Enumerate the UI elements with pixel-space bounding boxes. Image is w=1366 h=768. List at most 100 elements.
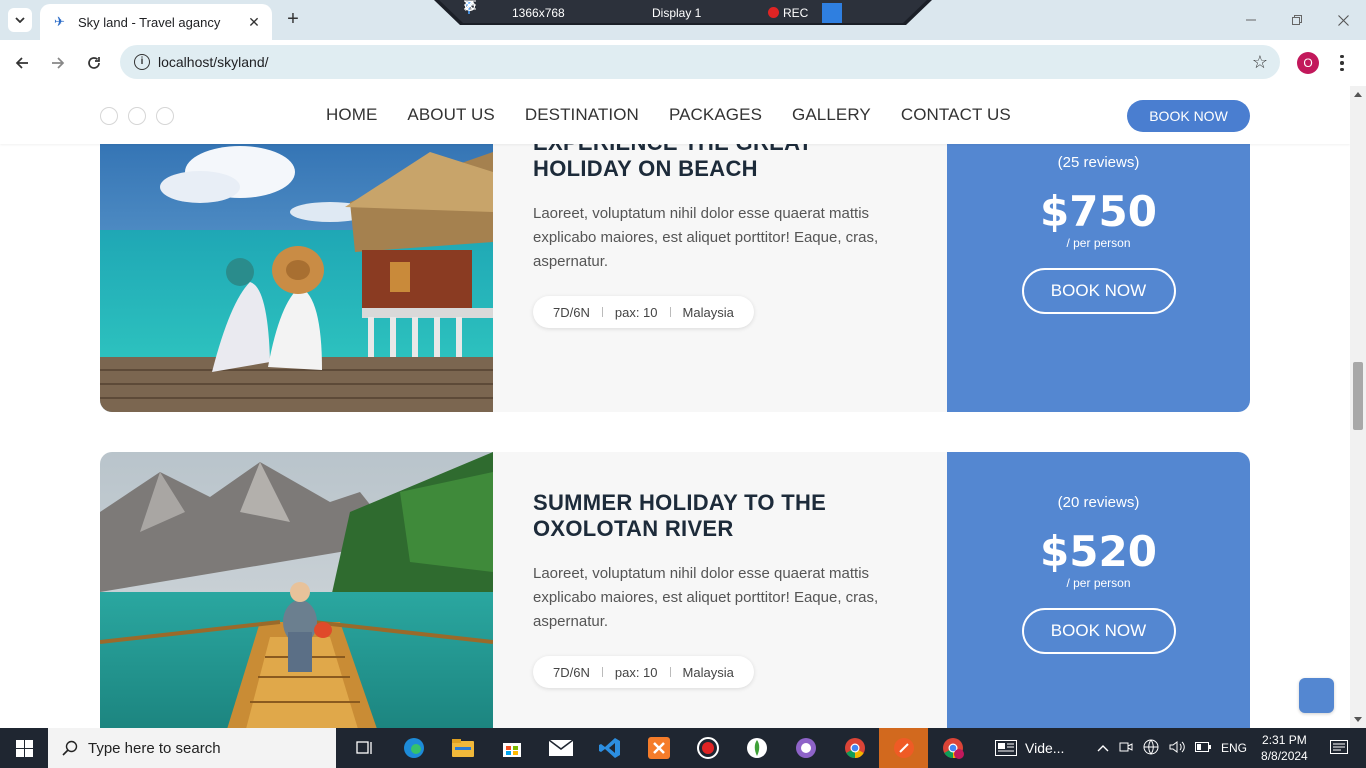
package-pax: pax: 10 bbox=[614, 304, 658, 320]
package-location: Malaysia bbox=[682, 664, 734, 680]
reload-button[interactable] bbox=[82, 51, 106, 75]
nav-about-us[interactable]: ABOUT US bbox=[407, 105, 494, 125]
package-price: $750 bbox=[1040, 187, 1157, 236]
package-info: EXPERIENCE THE GREAT HOLIDAY ON BEACH La… bbox=[533, 130, 913, 328]
vscode-icon[interactable] bbox=[585, 728, 634, 768]
screen-icon[interactable] bbox=[464, 0, 842, 23]
forward-button[interactable] bbox=[46, 51, 70, 75]
package-title: SUMMER HOLIDAY TO THE OXOLOTAN RIVER bbox=[533, 490, 827, 541]
package-card: SUMMER HOLIDAY TO THE OXOLOTAN RIVER Lao… bbox=[100, 452, 1250, 728]
price-unit: / per person bbox=[1066, 576, 1131, 590]
display-label: Display 1 bbox=[652, 5, 702, 20]
video-app[interactable]: Vide... bbox=[995, 740, 1085, 756]
reload-icon bbox=[88, 57, 100, 69]
scrollbar-thumb[interactable] bbox=[1353, 362, 1363, 430]
social-icon-1[interactable] bbox=[100, 107, 118, 125]
package-meta: 7D/6N pax: 10 Malaysia bbox=[533, 296, 754, 328]
river-holiday-image bbox=[100, 452, 493, 728]
tab-search-button[interactable] bbox=[8, 8, 32, 32]
minimize-button[interactable] bbox=[1228, 0, 1274, 40]
package-pax: pax: 10 bbox=[614, 664, 658, 680]
url-text[interactable]: localhost/skyland/ bbox=[158, 54, 1280, 70]
scroll-to-top-button[interactable] bbox=[1299, 678, 1334, 713]
nav-destination[interactable]: DESTINATION bbox=[525, 105, 639, 125]
edge-icon[interactable] bbox=[389, 728, 438, 768]
package-reviews: (25 reviews) bbox=[1057, 154, 1140, 171]
news-icon bbox=[995, 740, 1017, 756]
beach-holiday-image bbox=[100, 112, 493, 412]
resolution-label: 1366x768 bbox=[512, 5, 565, 20]
mail-icon[interactable] bbox=[536, 728, 585, 768]
package-book-now-button[interactable]: BOOK NOW bbox=[1021, 608, 1176, 654]
recorder-app-icon[interactable] bbox=[683, 728, 732, 768]
package-price: $520 bbox=[1040, 527, 1157, 576]
clock-date: 8/8/2024 bbox=[1261, 749, 1308, 763]
package-price-panel: (20 reviews) $520 / per person BOOK NOW bbox=[947, 452, 1250, 728]
chevron-down-icon bbox=[15, 17, 25, 23]
package-description: Laoreet, voluptatum nihil dolor esse qua… bbox=[533, 565, 879, 630]
file-explorer-icon[interactable] bbox=[438, 728, 487, 768]
battery-icon[interactable] bbox=[1195, 741, 1211, 755]
package-card: EXPERIENCE THE GREAT HOLIDAY ON BEACH La… bbox=[100, 112, 1250, 412]
browser-tab[interactable]: ✈ Sky land - Travel agancy ✕ bbox=[40, 4, 272, 40]
language-indicator[interactable]: ENG bbox=[1221, 741, 1247, 755]
system-tray: ENG bbox=[1097, 739, 1247, 758]
page-scrollbar[interactable] bbox=[1350, 86, 1366, 728]
forward-arrow-icon bbox=[52, 57, 65, 69]
back-button[interactable] bbox=[10, 51, 34, 75]
chrome-profile-icon[interactable] bbox=[928, 728, 977, 768]
close-icon[interactable]: ✕ bbox=[246, 14, 262, 31]
profile-avatar[interactable]: O bbox=[1297, 52, 1319, 74]
close-window-button[interactable] bbox=[1320, 0, 1366, 40]
search-icon bbox=[62, 740, 78, 756]
package-location: Malaysia bbox=[682, 304, 734, 320]
restore-button[interactable] bbox=[1274, 0, 1320, 40]
notification-icon[interactable] bbox=[1329, 740, 1350, 756]
rec-indicator[interactable]: REC bbox=[768, 6, 822, 20]
nav-home[interactable]: HOME bbox=[326, 105, 377, 125]
nav-gallery[interactable]: GALLERY bbox=[792, 105, 871, 125]
new-tab-button[interactable]: + bbox=[283, 8, 303, 32]
package-duration: 7D/6N bbox=[553, 304, 590, 320]
address-bar[interactable]: i localhost/skyland/ ☆ bbox=[120, 45, 1280, 79]
social-icon-3[interactable] bbox=[156, 107, 174, 125]
scroll-down-arrow-icon[interactable] bbox=[1354, 717, 1362, 722]
package-book-now-button[interactable]: BOOK NOW bbox=[1021, 268, 1176, 314]
xampp-icon[interactable] bbox=[634, 728, 683, 768]
header-book-now-button[interactable]: BOOK NOW bbox=[1127, 100, 1250, 132]
package-info: SUMMER HOLIDAY TO THE OXOLOTAN RIVER Lao… bbox=[533, 490, 913, 688]
social-icon-2[interactable] bbox=[128, 107, 146, 125]
browser-toolbar: i localhost/skyland/ ☆ O bbox=[0, 40, 1366, 86]
rec-label: REC bbox=[783, 5, 809, 20]
search-placeholder: Type here to search bbox=[88, 739, 221, 757]
site-header: HOME ABOUT US DESTINATION PACKAGES GALLE… bbox=[0, 86, 1350, 144]
package-meta: 7D/6N pax: 10 Malaysia bbox=[533, 656, 754, 688]
video-label: Vide... bbox=[1025, 740, 1065, 756]
chrome-icon[interactable] bbox=[830, 728, 879, 768]
windows-logo-icon bbox=[15, 739, 33, 757]
package-price-panel: (25 reviews) $750 / per person BOOK NOW bbox=[947, 112, 1250, 412]
store-icon[interactable] bbox=[487, 728, 536, 768]
network-icon[interactable] bbox=[1143, 739, 1159, 758]
browser-menu-icon[interactable] bbox=[1334, 51, 1350, 75]
taskbar-search[interactable]: Type here to search bbox=[48, 728, 336, 768]
nav-packages[interactable]: PACKAGES bbox=[669, 105, 762, 125]
meet-icon[interactable] bbox=[1119, 740, 1133, 757]
package-reviews: (20 reviews) bbox=[1057, 494, 1140, 511]
page-viewport: HOME ABOUT US DESTINATION PACKAGES GALLE… bbox=[0, 86, 1350, 728]
info-icon[interactable]: i bbox=[134, 54, 150, 70]
chevron-up-icon[interactable] bbox=[1097, 741, 1109, 755]
nav-contact-us[interactable]: CONTACT US bbox=[901, 105, 1011, 125]
taskbar-clock[interactable]: 2:31 PM 8/8/2024 bbox=[1261, 732, 1308, 764]
postman-icon[interactable] bbox=[879, 728, 928, 768]
github-icon[interactable] bbox=[781, 728, 830, 768]
volume-icon[interactable] bbox=[1169, 740, 1185, 757]
start-button[interactable] bbox=[0, 728, 48, 768]
airplane-icon: ✈ bbox=[54, 14, 65, 29]
bookmark-star-icon[interactable]: ☆ bbox=[1250, 52, 1270, 72]
mongodb-icon[interactable] bbox=[732, 728, 781, 768]
scroll-up-arrow-icon[interactable] bbox=[1354, 92, 1362, 97]
back-arrow-icon bbox=[15, 57, 28, 69]
social-links bbox=[100, 107, 174, 125]
task-view-icon[interactable] bbox=[340, 728, 389, 768]
